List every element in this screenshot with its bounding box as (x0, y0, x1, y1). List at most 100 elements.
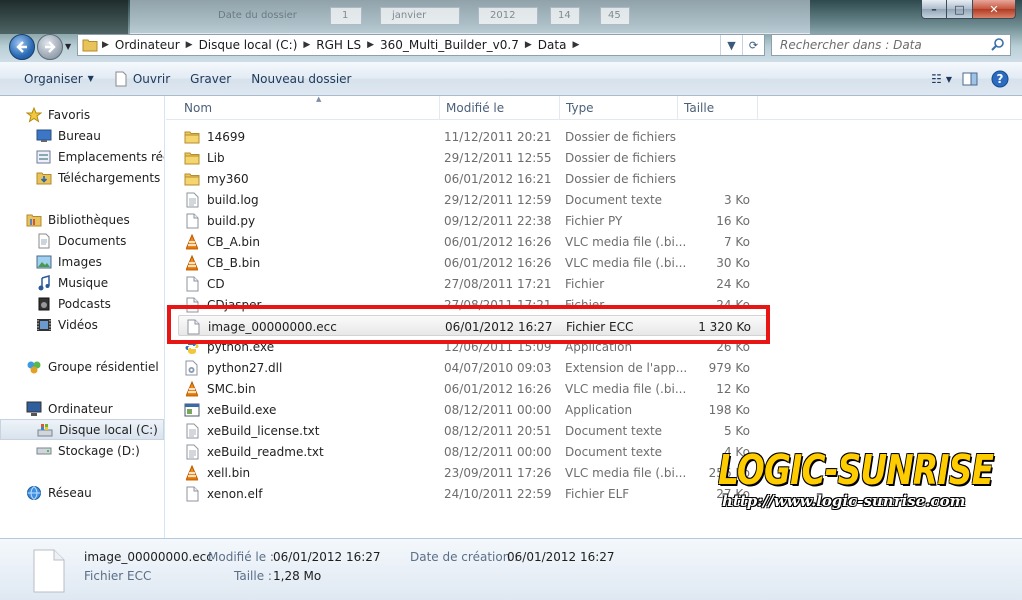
breadcrumb-separator-icon[interactable]: ▶ (365, 40, 376, 50)
back-button[interactable] (9, 34, 35, 60)
background-dialog-field: 14 (558, 10, 571, 21)
breadcrumb-multi-builder[interactable]: 360_Multi_Builder_v0.7 (376, 35, 523, 55)
sidebar-item-favorites[interactable]: Favoris (0, 104, 164, 125)
sidebar-item-documents[interactable]: Documents (0, 230, 164, 251)
file-row[interactable]: xeBuild.exe 08/12/2011 00:00 Application 19… (178, 399, 768, 420)
breadcrumb-data[interactable]: Data (534, 35, 571, 55)
sidebar-item-computer[interactable]: Ordinateur (0, 398, 164, 419)
file-row[interactable]: image_00000000.ecc 06/01/2012 16:27 Fichie… (178, 315, 768, 336)
breadcrumb-separator-icon[interactable]: ▶ (301, 40, 312, 50)
file-size: 7 Ko (723, 234, 750, 249)
breadcrumb-rgh-ls[interactable]: RGH LS (312, 35, 365, 55)
chevron-down-icon: ▼ (87, 74, 94, 83)
file-size: 16 Ko (716, 213, 750, 228)
breadcrumb-separator-icon[interactable]: ▶ (523, 40, 534, 50)
breadcrumb-disque-local[interactable]: Disque local (C:) (195, 35, 302, 55)
file-row[interactable]: build.log 29/12/2011 12:59 Document texte 3… (178, 189, 768, 210)
file-row[interactable]: xenon.elf 24/10/2011 22:59 Fichier ELF 27 K… (178, 483, 768, 504)
file-row[interactable]: CD 27/08/2011 17:21 Fichier 24 Ko (178, 273, 768, 294)
address-bar[interactable]: ▶ Ordinateur ▶ Disque local (C:) ▶ RGH L… (77, 34, 765, 56)
column-header-modified[interactable]: Modifié le (440, 96, 560, 120)
forward-button[interactable] (37, 34, 63, 60)
sidebar-item-images[interactable]: Images (0, 251, 164, 272)
sidebar-label: Téléchargements (58, 170, 161, 185)
maximize-button[interactable]: □ (947, 0, 973, 19)
videos-icon (36, 317, 52, 333)
file-modified: 29/12/2011 12:59 (444, 192, 552, 207)
open-button[interactable]: Ouvrir (104, 67, 180, 91)
file-type: Document texte (565, 192, 663, 207)
column-header-name[interactable]: Nom ▲ (178, 96, 440, 120)
file-row[interactable]: xeBuild_readme.txt 08/12/2011 00:00 Docume… (178, 441, 768, 462)
sidebar-label: Bibliothèques (48, 212, 130, 227)
background-window (0, 0, 128, 34)
breadcrumb-ordinateur[interactable]: Ordinateur (111, 35, 184, 55)
file-row[interactable]: CB_B.bin 06/01/2012 16:26 VLC media file (… (178, 252, 768, 273)
file-type: Document texte (565, 444, 663, 459)
recent-places-icon (36, 149, 52, 165)
recent-pages-dropdown-icon[interactable]: ▼ (65, 42, 71, 51)
file-row[interactable]: xeBuild_license.txt 08/12/2011 20:51 Docum… (178, 420, 768, 441)
sidebar-label: Groupe résidentiel (48, 359, 159, 374)
file-modified: 06/01/2012 16:26 (444, 381, 552, 396)
file-row[interactable]: python27.dll 04/07/2010 09:03 Extension de… (178, 357, 768, 378)
python-icon (184, 339, 200, 355)
close-button[interactable]: ✕ (973, 0, 1016, 19)
new-folder-button[interactable]: Nouveau dossier (241, 67, 361, 91)
sidebar-item-local-disk[interactable]: Disque local (C:) (0, 419, 164, 440)
file-name-cell: xell.bin (184, 462, 250, 483)
file-row[interactable]: xell.bin 23/09/2011 17:26 VLC media file (… (178, 462, 768, 483)
sidebar-item-recent-places[interactable]: Emplacements récen (0, 146, 164, 167)
breadcrumb-separator-icon[interactable]: ▶ (570, 40, 581, 50)
sidebar-item-videos[interactable]: Vidéos (0, 314, 164, 335)
network-icon (26, 485, 42, 501)
search-box[interactable]: Rechercher dans : Data (771, 34, 1011, 56)
background-dialog-field: 1 (342, 10, 349, 21)
file-row[interactable]: CB_A.bin 06/01/2012 16:26 VLC media file (… (178, 231, 768, 252)
arrow-right-icon (45, 41, 56, 53)
open-label: Ouvrir (132, 71, 171, 86)
file-row[interactable]: build.py 09/12/2011 22:38 Fichier PY 16 Ko (178, 210, 768, 231)
help-icon[interactable]: ? (988, 67, 1012, 91)
file-row[interactable]: python.exe 12/06/2011 15:09 Application 26 … (178, 336, 768, 357)
file-modified: 06/01/2012 16:27 (445, 319, 553, 334)
sidebar-item-libraries[interactable]: Bibliothèques (0, 209, 164, 230)
file-type: Dossier de fichiers (565, 150, 677, 165)
sidebar-item-music[interactable]: Musique (0, 272, 164, 293)
file-size: 4 Ko (723, 444, 750, 459)
burn-button[interactable]: Graver (180, 67, 241, 91)
file-row[interactable]: my360 06/01/2012 16:21 Dossier de fichiers (178, 168, 768, 189)
file-row[interactable]: Lib 29/12/2011 12:55 Dossier de fichiers (178, 147, 768, 168)
file-type: Extension de l'app... (565, 360, 688, 375)
refresh-icon[interactable]: ⟳ (742, 35, 764, 55)
column-header-size[interactable]: Taille (678, 96, 758, 120)
file-name-cell: CD (184, 273, 225, 294)
sidebar-item-desktop[interactable]: Bureau (0, 125, 164, 146)
file-row[interactable]: CDjasper 27/08/2011 17:21 Fichier 24 Ko (178, 294, 768, 315)
caption-buttons: – □ ✕ (921, 0, 1016, 20)
sidebar-item-podcasts[interactable]: Podcasts (0, 293, 164, 314)
file-name-cell: python27.dll (184, 357, 282, 378)
view-options-icon[interactable]: ☷ ▼ (931, 67, 952, 91)
text-file-icon (184, 444, 200, 460)
column-header-type[interactable]: Type (560, 96, 678, 120)
breadcrumb-separator-icon[interactable]: ▶ (100, 40, 111, 50)
preview-pane-icon[interactable] (958, 67, 982, 91)
file-type: Application (565, 339, 633, 354)
sidebar-item-storage[interactable]: Stockage (D:) (0, 440, 164, 461)
file-icon (184, 276, 200, 292)
address-dropdown-icon[interactable]: ▼ (720, 35, 742, 55)
folder-icon (82, 39, 98, 52)
sidebar-label: Podcasts (58, 296, 111, 311)
file-row[interactable]: SMC.bin 06/01/2012 16:26 VLC media file (.… (178, 378, 768, 399)
file-name: xell.bin (207, 465, 251, 480)
file-row[interactable]: 14699 11/12/2011 20:21 Dossier de fichiers (178, 126, 768, 147)
sidebar-item-network[interactable]: Réseau (0, 482, 164, 503)
breadcrumb-separator-icon[interactable]: ▶ (184, 40, 195, 50)
sidebar-item-homegroup[interactable]: Groupe résidentiel (0, 356, 164, 377)
organize-button[interactable]: Organiser ▼ (14, 67, 104, 91)
minimize-button[interactable]: – (921, 0, 947, 19)
sidebar-item-downloads[interactable]: Téléchargements (0, 167, 164, 188)
file-name-cell: image_00000000.ecc (185, 316, 337, 337)
sidebar-label: Documents (58, 233, 127, 248)
